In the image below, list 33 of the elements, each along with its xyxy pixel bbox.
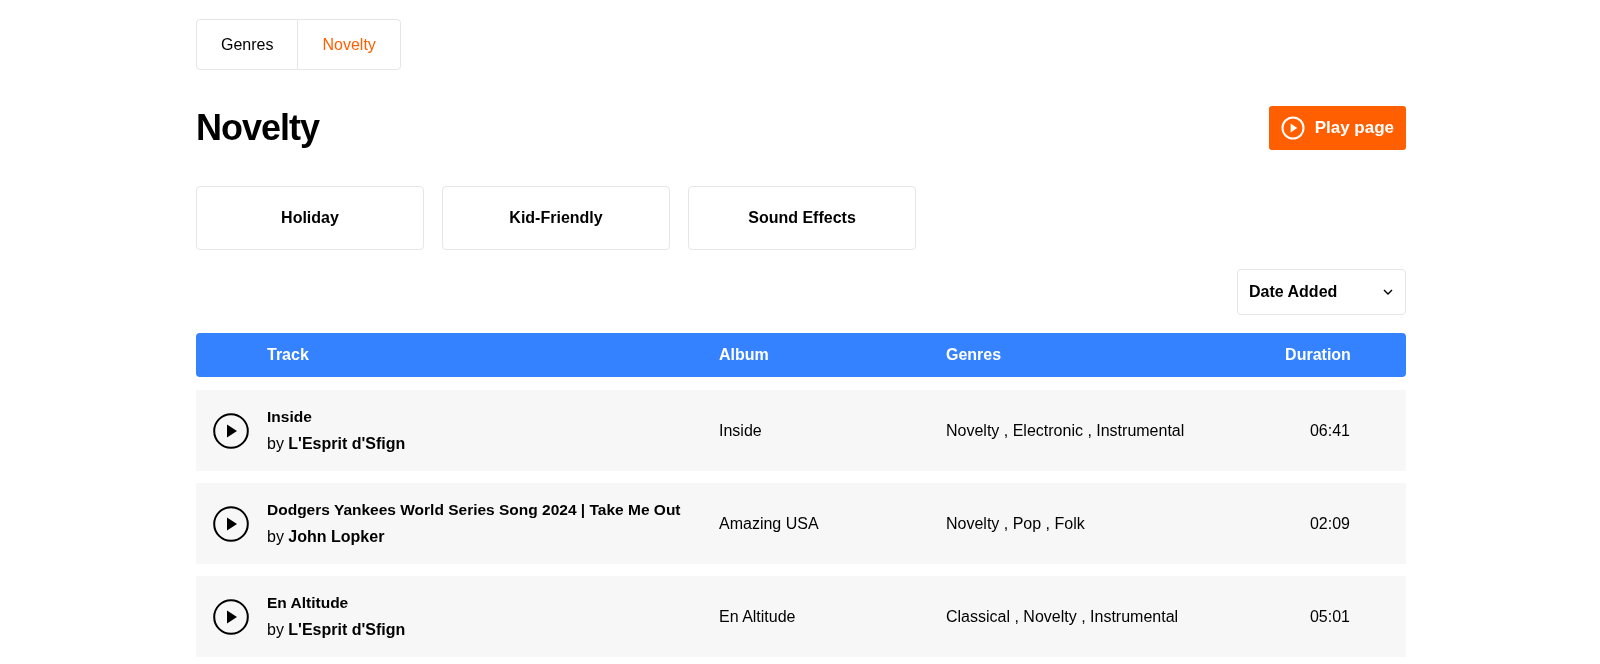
sort-dropdown[interactable]: Date Added (1237, 269, 1406, 315)
play-circle-icon (1280, 116, 1305, 140)
album-cell-text: En Altitude (719, 606, 796, 627)
page-heading: Novelty (196, 110, 320, 146)
category-button[interactable]: Kid-Friendly (442, 186, 670, 250)
column-header: Genres (946, 345, 1002, 365)
track-title[interactable]: Inside (267, 404, 312, 429)
play-button[interactable] (213, 598, 249, 635)
duration-cell-text: 06:41 (1309, 420, 1350, 441)
column-header: Duration (1285, 345, 1351, 365)
genres-cell-text: Novelty , Electronic , Instrumental (946, 420, 1185, 441)
track-title[interactable]: Dodgers Yankees World Series Song 2024 | Take Me Out (267, 497, 681, 522)
column-header: Album (719, 345, 769, 365)
play-button[interactable] (213, 505, 249, 542)
album-cell-text: Amazing USA (719, 513, 819, 534)
album-cell-text: Inside (719, 420, 762, 441)
column-header: Track (267, 345, 309, 365)
category-button[interactable]: Sound Effects (688, 186, 916, 250)
duration-cell-text: 02:09 (1309, 513, 1350, 534)
chevron-down-icon (1383, 289, 1393, 295)
track-row[interactable]: Dodgers Yankees World Series Song 2024 | Take Me Out by John Lopker Amazing USA Novelty , Pop , Folk 02:09 (196, 483, 1406, 564)
duration-cell-text: 05:01 (1309, 606, 1350, 627)
category-button[interactable]: Holiday (196, 186, 424, 250)
track-artist[interactable]: by John Lopker (267, 525, 385, 550)
track-artist[interactable]: by L'Esprit d'Sfign (267, 618, 406, 643)
breadcrumb-link[interactable]: Genres (197, 20, 298, 69)
track-row[interactable]: En Altitude by L'Esprit d'Sfign En Altitude Classical , Novelty , Instrumental 05:01 (196, 576, 1406, 657)
track-artist[interactable]: by L'Esprit d'Sfign (267, 432, 406, 457)
track-title[interactable]: En Altitude (267, 590, 349, 615)
genres-cell-text: Novelty , Pop , Folk (946, 513, 1085, 534)
track-row[interactable]: Inside by L'Esprit d'Sfign Inside Novelty , Electronic , Instrumental 06:41 (196, 390, 1406, 471)
genres-cell-text: Classical , Novelty , Instrumental (946, 606, 1179, 627)
play-button[interactable] (213, 412, 249, 449)
